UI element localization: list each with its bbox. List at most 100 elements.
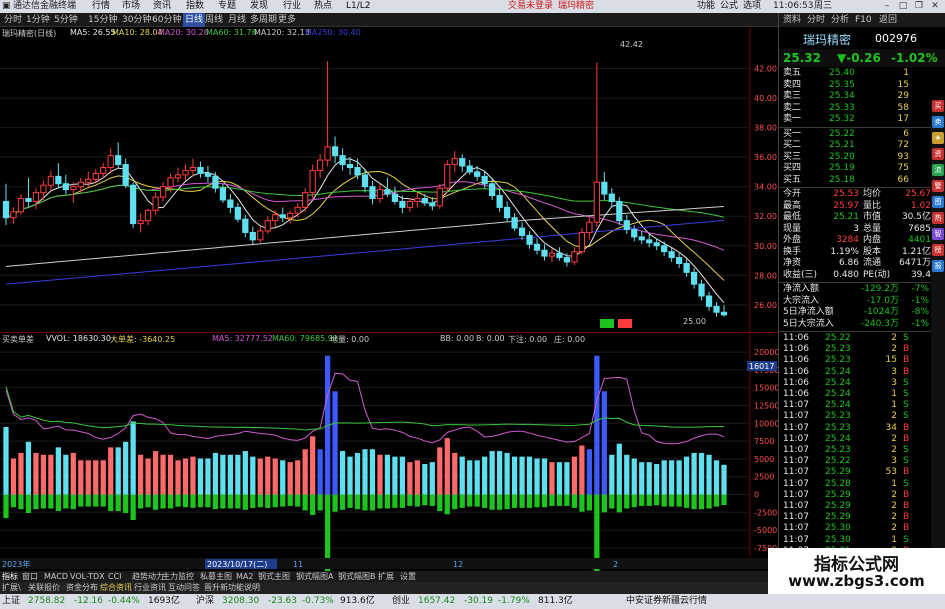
indicator-tab[interactable]: 趋势动力 <box>132 571 164 582</box>
period-tab-5min[interactable]: 5分钟 <box>54 13 78 27</box>
period-tab-more[interactable]: 更多 <box>278 13 296 27</box>
side-news-icon[interactable]: 资 <box>932 148 944 160</box>
stock-link-button[interactable]: 瑞玛精密 <box>558 0 594 13</box>
cy-label[interactable]: 创业 <box>392 594 410 609</box>
candle-body <box>616 200 623 222</box>
period-tab-15min[interactable]: 15分钟 <box>88 13 117 27</box>
flow-label: 5日净流入额 <box>783 307 834 317</box>
indicator-tab[interactable]: 钢式主图 <box>258 571 290 582</box>
side-hot-icon[interactable]: 热 <box>932 212 944 224</box>
indicator-tab[interactable]: 设置 <box>400 571 416 582</box>
volume-bar <box>182 458 189 495</box>
side-alert-icon[interactable]: 警 <box>932 180 944 192</box>
indicator-tab[interactable]: 指标 <box>2 571 18 582</box>
menu-market[interactable]: 市场 <box>122 0 140 13</box>
tick-time: 11:06 <box>783 389 809 399</box>
menu-quotes[interactable]: 行情 <box>92 0 110 13</box>
side-star-icon[interactable]: ★ <box>932 132 944 144</box>
tick-volume: 2 <box>891 333 897 343</box>
tick-time: 11:07 <box>783 501 809 511</box>
minimize-icon[interactable]: – <box>880 0 894 13</box>
sub-status-link[interactable]: 扩展\ <box>2 582 21 594</box>
indicator-tab[interactable]: MA2 <box>236 571 253 582</box>
volume-neg-bar <box>616 494 622 513</box>
menu-discover[interactable]: 发现 <box>250 0 268 13</box>
volume-neg-bar <box>631 494 637 508</box>
vma60-value: MA60: 79685.92 <box>272 334 338 343</box>
tick-price: 25.29 <box>825 467 851 478</box>
period-tab-weekly[interactable]: 周线 <box>205 13 223 27</box>
tab-intraday[interactable]: 分时 <box>807 13 825 27</box>
indicator-tab[interactable]: 扩展 <box>378 571 394 582</box>
period-tab-daily[interactable]: 日线 <box>183 13 206 27</box>
menu-hot[interactable]: 热点 <box>314 0 332 13</box>
side-ai-icon[interactable]: 智 <box>932 228 944 240</box>
side-chart-icon[interactable]: 图 <box>932 196 944 208</box>
side-rank-icon[interactable]: 榜 <box>932 244 944 256</box>
bid-volume: 6 <box>903 128 909 139</box>
volume-bar <box>205 458 211 495</box>
menu-industry[interactable]: 行业 <box>283 0 301 13</box>
period-tab-intraday[interactable]: 分时 <box>4 13 22 27</box>
menu-function[interactable]: 功能 <box>697 0 715 13</box>
restore-icon[interactable]: ❐ <box>912 0 926 13</box>
volume-neg-bar <box>220 494 226 509</box>
volume-bar <box>257 458 263 495</box>
volume-bar <box>295 460 301 495</box>
period-tab-multi[interactable]: 多周期 <box>250 13 277 27</box>
side-buy-icon[interactable]: 买 <box>932 100 944 112</box>
indicator-tab[interactable]: 主力监控 <box>162 571 194 582</box>
sub-status-link[interactable]: 互动问答 <box>168 582 200 594</box>
sub-status-link[interactable]: 综合资讯 <box>100 582 132 594</box>
menu-topic[interactable]: 专题 <box>218 0 236 13</box>
period-tab-monthly[interactable]: 月线 <box>228 13 246 27</box>
side-quote-icon[interactable]: 报 <box>932 260 944 272</box>
candle-body <box>541 249 548 257</box>
period-tab-60min[interactable]: 60分钟 <box>152 13 181 27</box>
close-icon[interactable]: ✕ <box>928 0 942 13</box>
indicator-tab[interactable]: 钢式幅图B <box>338 571 376 582</box>
indicator-tab[interactable]: 私募主图 <box>200 571 232 582</box>
tick-price: 25.23 <box>825 411 851 422</box>
sub-status-link[interactable]: 行业资讯 <box>134 582 166 594</box>
price-tick-0: 42.00 <box>754 65 777 74</box>
indicator-tab[interactable]: 钢式幅图A <box>296 571 333 582</box>
tab-profile[interactable]: 资料 <box>783 13 801 27</box>
side-flow-icon[interactable]: 流 <box>932 164 944 176</box>
period-tab-30min[interactable]: 30分钟 <box>122 13 151 27</box>
indicator-tab[interactable]: VOL-TDX <box>70 571 105 582</box>
tab-analysis[interactable]: 分析 <box>831 13 849 27</box>
candle-body <box>249 231 256 241</box>
volume-bar <box>138 454 144 495</box>
quote-value-2: 4401 <box>908 235 931 245</box>
volume-neg-bar <box>489 494 495 510</box>
sub-status-link[interactable]: 关联报价 <box>28 582 60 594</box>
tick-time: 11:07 <box>783 411 809 422</box>
menu-news[interactable]: 资讯 <box>153 0 171 13</box>
flow-value: -129.2万 <box>860 284 899 294</box>
trade-login-button[interactable]: 交易未登录 <box>508 0 553 13</box>
kline-chart[interactable]: 42.00 40.00 38.00 36.00 34.00 32.00 30.00 28.00… <box>0 27 778 571</box>
menu-formula[interactable]: 公式 <box>720 0 738 13</box>
maximize-icon[interactable]: □ <box>896 0 910 13</box>
candle-body <box>608 193 615 202</box>
sub-status-link[interactable]: 晋升新功能说明 <box>204 582 260 594</box>
volume-bar <box>250 456 256 495</box>
menu-l1l2[interactable]: L1/L2 <box>346 0 371 13</box>
indicator-tab[interactable]: CCI <box>108 571 122 582</box>
sh-label[interactable]: 上证 <box>2 594 20 609</box>
indicator-tab[interactable]: MACD <box>44 571 68 582</box>
tab-f10[interactable]: F10 <box>855 13 872 27</box>
menu-index[interactable]: 指数 <box>186 0 204 13</box>
side-sell-icon[interactable]: 卖 <box>932 116 944 128</box>
sub-status-link[interactable]: 资金分布 <box>66 582 98 594</box>
sz-label[interactable]: 沪深 <box>196 594 214 609</box>
menu-options[interactable]: 选项 <box>743 0 761 13</box>
period-tab-1min[interactable]: 1分钟 <box>26 13 50 27</box>
quote-value: 3 <box>853 223 859 234</box>
tab-back[interactable]: 返回 <box>879 13 897 27</box>
indicator-tab[interactable]: 窗口 <box>22 571 38 582</box>
side-toolbar: 买 卖 ★ 资 流 警 图 热 智 榜 报 <box>931 100 945 580</box>
candle-body <box>556 252 563 259</box>
tick-side: B <box>903 366 910 377</box>
